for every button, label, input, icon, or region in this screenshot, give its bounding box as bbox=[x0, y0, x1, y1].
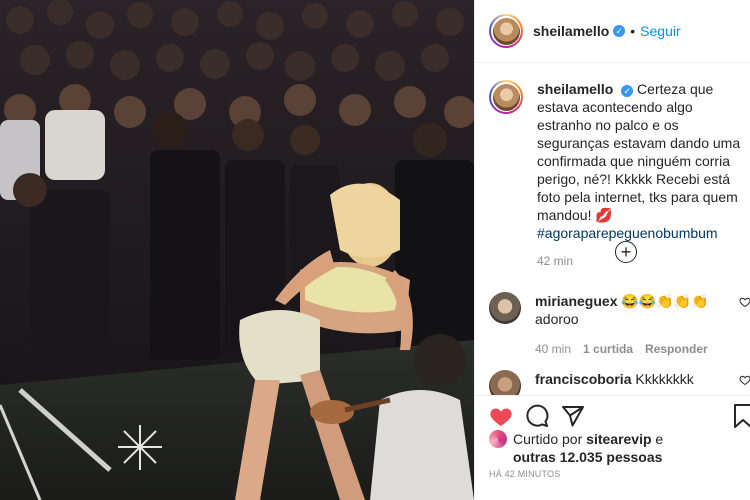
caption-time[interactable]: 42 min bbox=[537, 252, 743, 270]
liker-username[interactable]: sitearevip bbox=[586, 431, 651, 447]
comments-section[interactable]: sheilamello ✓ Certeza que estava acontec… bbox=[475, 64, 750, 395]
share-icon[interactable] bbox=[561, 404, 585, 428]
post-image bbox=[0, 0, 474, 500]
post-timestamp[interactable]: Há 42 minutos bbox=[489, 469, 560, 479]
comment-text: Kkkkkkkk bbox=[635, 371, 694, 387]
post-actions: Curtido por sitearevip e outras 12.035 p… bbox=[475, 395, 750, 500]
post-side-panel: sheilamello ✓ • Seguir sheilamello ✓ Cer… bbox=[474, 0, 750, 500]
comment-username[interactable]: mirianeguex bbox=[535, 293, 617, 309]
comment-text-line2: adoroo bbox=[535, 311, 579, 327]
caption-hashtag[interactable]: #agoraparepeguenobumbum bbox=[537, 225, 718, 241]
author-avatar[interactable] bbox=[489, 14, 523, 48]
caption-username[interactable]: sheilamello bbox=[537, 81, 613, 97]
liker-avatar[interactable] bbox=[489, 430, 507, 448]
comment-text: 😂😂👏👏👏 bbox=[621, 293, 709, 309]
heart-icon[interactable] bbox=[489, 404, 513, 428]
post-photo[interactable] bbox=[0, 0, 474, 500]
comment-avatar[interactable] bbox=[489, 292, 521, 324]
comment-username[interactable]: franciscoboria bbox=[535, 371, 631, 387]
follow-button[interactable]: Seguir bbox=[640, 23, 680, 39]
comment-body: franciscoboria Kkkkkkkk bbox=[535, 370, 725, 395]
likes-prefix: Curtido por bbox=[513, 431, 587, 447]
comment-icon[interactable] bbox=[525, 404, 549, 428]
caption-author-avatar[interactable] bbox=[489, 80, 523, 114]
load-more-comments-button[interactable]: + bbox=[615, 241, 637, 263]
comment-body: mirianeguex 😂😂👏👏👏 adoroo 40 min 1 curtid… bbox=[535, 292, 725, 358]
comment-time[interactable]: 40 min bbox=[535, 340, 571, 358]
likes-summary: Curtido por sitearevip e outras 12.035 p… bbox=[489, 430, 663, 466]
verified-badge-icon: ✓ bbox=[613, 25, 626, 37]
post-caption: sheilamello ✓ Certeza que estava acontec… bbox=[489, 80, 749, 270]
comment-avatar[interactable] bbox=[489, 370, 521, 395]
comment-likes[interactable]: 1 curtida bbox=[583, 340, 633, 358]
author-username[interactable]: sheilamello bbox=[533, 23, 609, 39]
comment-like-heart-icon[interactable] bbox=[739, 296, 750, 308]
separator-dot: • bbox=[630, 23, 636, 39]
caption-text: Certeza que estava acontecendo algo estr… bbox=[537, 81, 741, 223]
comment-reply-button[interactable]: Responder bbox=[645, 340, 708, 358]
likes-connector: e bbox=[651, 431, 664, 447]
likes-others[interactable]: outras 12.035 pessoas bbox=[513, 449, 662, 465]
comment-meta: 40 min 1 curtida Responder bbox=[535, 340, 725, 358]
comment-item: mirianeguex 😂😂👏👏👏 adoroo 40 min 1 curtid… bbox=[489, 292, 750, 358]
verified-badge-icon: ✓ bbox=[621, 85, 634, 97]
comment-like-heart-icon[interactable] bbox=[739, 374, 750, 386]
comment-item: franciscoboria Kkkkkkkk bbox=[489, 370, 750, 395]
action-icons bbox=[489, 404, 585, 428]
bookmark-icon[interactable] bbox=[731, 404, 750, 428]
caption-body: sheilamello ✓ Certeza que estava acontec… bbox=[537, 80, 743, 270]
post-header: sheilamello ✓ • Seguir bbox=[475, 0, 750, 63]
